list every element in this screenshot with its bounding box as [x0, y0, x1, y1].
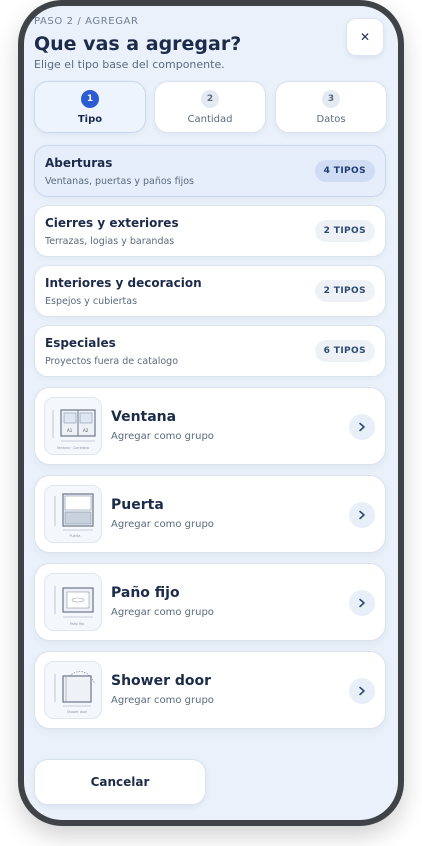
chevron-right-icon — [359, 422, 365, 432]
door-icon: Puerta — [54, 493, 94, 538]
close-icon: ✕ — [359, 30, 371, 44]
category-description: Espejos y cubiertas — [45, 296, 138, 307]
product-thumbnail: Paño fijo — [44, 573, 102, 631]
tab-cantidad[interactable]: 2 Cantidad — [154, 81, 266, 133]
product-thumbnail: A1 A2 Ventana · Corredera — [44, 397, 102, 455]
category-count-badge: 2 TIPOS — [314, 280, 375, 302]
product-subtitle: Agregar como grupo — [111, 607, 214, 618]
category-count-badge: 4 TIPOS — [314, 160, 375, 182]
category-description: Proyectos fuera de catalogo — [45, 356, 179, 367]
product-card-puerta[interactable]: Puerta Puerta Agregar como grupo — [34, 475, 386, 553]
tab-label: Tipo — [77, 114, 103, 125]
device-frame: PASO 2 / AGREGAR Que vas a agregar? Elig… — [18, 0, 404, 826]
chevron-right-button[interactable] — [349, 590, 375, 616]
window-thumb-label-a1: A1 — [67, 428, 73, 433]
chevron-right-icon — [359, 598, 365, 608]
product-subtitle: Agregar como grupo — [111, 431, 214, 442]
category-title: Aberturas — [45, 156, 113, 170]
window-thumb-label-a2: A2 — [83, 428, 89, 433]
chevron-right-button[interactable] — [349, 502, 375, 528]
close-button[interactable]: ✕ — [346, 18, 384, 56]
page-title: Que vas a agregar? — [34, 33, 242, 55]
cancel-button[interactable]: Cancelar — [34, 759, 206, 805]
screen: PASO 2 / AGREGAR Que vas a agregar? Elig… — [24, 6, 398, 820]
tab-label: Datos — [316, 114, 346, 125]
product-name: Ventana — [111, 409, 177, 425]
category-title: Especiales — [45, 336, 116, 350]
page-subtitle: Elige el tipo base del componente. — [34, 58, 225, 71]
category-title: Cierres y exteriores — [45, 216, 179, 230]
tab-number: 2 — [201, 90, 219, 108]
tab-number: 3 — [322, 90, 340, 108]
chevron-right-icon — [359, 510, 365, 520]
tab-datos[interactable]: 3 Datos — [275, 81, 387, 133]
shower-door-icon: Shower door — [54, 671, 96, 714]
tab-number: 1 — [81, 90, 99, 108]
product-card-shower-door[interactable]: Shower door Shower door Agregar como gru… — [34, 651, 386, 729]
product-name: Puerta — [111, 497, 164, 513]
chevron-right-button[interactable] — [349, 678, 375, 704]
category-title: Interiores y decoracion — [45, 276, 202, 290]
category-description: Ventanas, puertas y paños fijos — [45, 176, 195, 187]
category-aberturas[interactable]: Aberturas Ventanas, puertas y paños fijo… — [34, 145, 386, 197]
stepper-tabs: 1 Tipo 2 Cantidad 3 Datos — [34, 81, 388, 133]
product-card-pano-fijo[interactable]: Paño fijo Paño fijo Agregar como grupo — [34, 563, 386, 641]
category-cierres-exteriores[interactable]: Cierres y exteriores Terrazas, logias y … — [34, 205, 386, 257]
product-thumbnail: Shower door — [44, 661, 102, 719]
product-subtitle: Agregar como grupo — [111, 519, 214, 530]
tab-label: Cantidad — [187, 114, 233, 125]
category-count-badge: 6 TIPOS — [314, 340, 375, 362]
category-especiales[interactable]: Especiales Proyectos fuera de catalogo 6… — [34, 325, 386, 377]
category-description: Terrazas, logias y barandas — [45, 236, 175, 247]
fixed-pane-icon: Paño fijo — [54, 586, 94, 626]
chevron-right-icon — [359, 686, 365, 696]
window-icon: A1 A2 Ventana · Corredera — [52, 409, 96, 450]
product-subtitle: Agregar como grupo — [111, 695, 214, 706]
category-count-badge: 2 TIPOS — [314, 220, 375, 242]
fixed-pane-thumb-caption: Paño fijo — [70, 622, 84, 626]
shower-door-thumb-caption: Shower door — [67, 710, 88, 714]
door-thumb-caption: Puerta — [69, 534, 80, 538]
chevron-right-button[interactable] — [349, 414, 375, 440]
category-interiores-decoracion[interactable]: Interiores y decoracion Espejos y cubier… — [34, 265, 386, 317]
step-label: PASO 2 / AGREGAR — [34, 16, 139, 27]
product-card-ventana[interactable]: A1 A2 Ventana · Corredera Ventana Agrega… — [34, 387, 386, 465]
tab-tipo[interactable]: 1 Tipo — [34, 81, 146, 133]
product-thumbnail: Puerta — [44, 485, 102, 543]
window-thumb-caption: Ventana · Corredera — [57, 446, 89, 450]
product-name: Shower door — [111, 673, 212, 689]
product-name: Paño fijo — [111, 585, 180, 601]
